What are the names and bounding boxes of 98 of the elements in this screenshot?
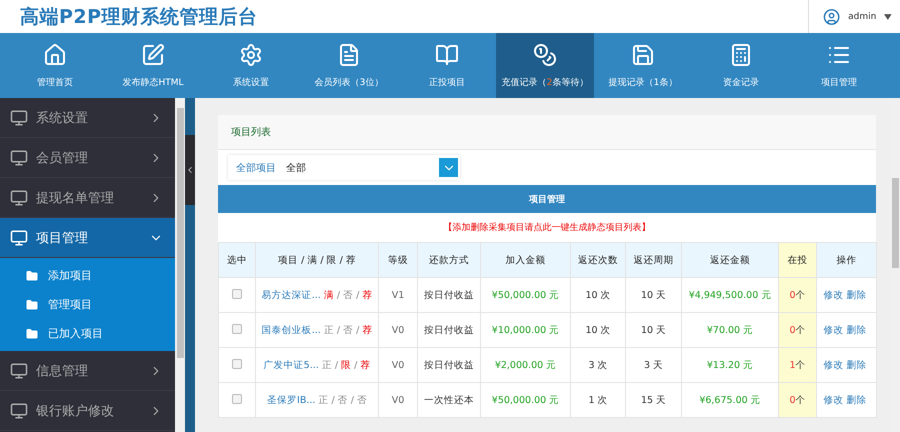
project-name-cell: 广发中证5... 正 / 限 / 荐 [264,360,370,370]
table-title: 项目管理 [218,185,876,213]
row-checkbox[interactable] [232,288,242,298]
column-header: 在投 [778,242,816,278]
scrollbar[interactable] [175,98,185,432]
table-cell: V0 [392,360,404,370]
table-cell: 10 次 [585,324,611,336]
folder-icon [26,298,38,310]
edit-icon [141,42,165,66]
table-cell: V0 [392,394,404,406]
row-checkbox[interactable] [232,324,242,334]
count-cell: 1个 [789,360,806,370]
table-cell: 按日付收益 [424,360,474,370]
book-icon [435,42,459,66]
nav-tab[interactable]: 系统设置 [202,33,300,98]
monitor-icon [10,108,28,126]
project-name-cell: 圣保罗IB... 正 / 否 / 否 [267,394,367,406]
table-cell: 3 次 [588,360,608,370]
column-header: 还款方式 [418,242,480,278]
sidebar-subitem[interactable]: 已加入项目 [0,319,175,348]
column-header: 等级 [378,242,418,278]
project-link[interactable]: 广发中证5... [264,360,319,370]
action-link[interactable]: 删除 [846,324,866,336]
monitor-icon [10,188,28,206]
monitor-icon [10,402,28,420]
table-cell: 1 次 [588,394,608,406]
table-cell: 一次性还本 [424,394,474,406]
table-cell: 10 天 [640,290,666,300]
project-link[interactable]: 国泰创业板... [262,324,321,336]
action-link[interactable]: 删除 [846,394,866,406]
nav-tab[interactable]: 管理首页 [6,33,104,98]
column-header: 选中 [218,242,256,278]
amount-cell: ¥2,000.00 元 [494,360,556,370]
user-avatar-icon [823,8,840,26]
row-checkbox[interactable] [232,358,242,368]
table-cell: 按日付收益 [424,290,474,300]
action-link[interactable]: 修改 [824,394,844,406]
nav-tab[interactable]: 正投项目 [398,33,496,98]
amount-cell: ¥50,000.00 元 [492,290,560,300]
monitor-icon [10,148,28,166]
monitor-icon [10,228,28,246]
row-checkbox[interactable] [232,394,242,404]
table-cell: 10 天 [640,324,666,336]
action-link[interactable]: 删除 [846,360,866,370]
amount-cell: ¥6,675.00 元 [699,394,761,406]
count-cell: 0个 [789,290,806,300]
app-title: 高端P2P理财系统管理后台 [20,4,258,30]
count-cell: 0个 [789,324,806,336]
notice-link[interactable]: 【添加删除采集项目请点此一键生成静态项目列表】 [218,213,876,242]
project-link[interactable]: 易方达深证... [262,290,321,300]
scrollbar[interactable] [890,98,900,432]
nav-tab[interactable]: 项目管理 [790,33,888,98]
amount-cell: ¥10,000.00 元 [492,324,560,336]
chevron-down-icon [439,158,458,177]
nav-tab[interactable]: 发布静态HTML [104,33,202,98]
panel-title: 项目列表 [231,126,271,139]
action-link[interactable]: 修改 [824,360,844,370]
project-name-cell: 国泰创业板... 正 / 否 / 荐 [262,324,372,336]
column-header: 操作 [816,242,876,278]
sidebar-subitem[interactable]: 添加项目 [0,261,175,290]
action-link[interactable]: 修改 [824,324,844,336]
action-link[interactable]: 修改 [824,290,844,300]
nav-tab[interactable]: 提现记录（1条） [594,33,692,98]
folder-icon [26,270,38,282]
table-cell: 15 天 [640,394,666,406]
table-cell: 3 天 [644,360,664,370]
column-header: 项目 / 满 / 限 / 荐 [256,242,378,278]
table-cell: V1 [392,290,404,300]
column-header: 返还金额 [682,242,778,278]
amount-cell: ¥70.00 元 [706,324,754,336]
caret-icon [884,14,892,20]
amount-cell: ¥4,949,500.00 元 [688,290,772,300]
column-header: 返还周期 [626,242,682,278]
project-name-cell: 易方达深证... 满 / 否 / 荐 [262,290,372,300]
column-header: 返还次数 [570,242,626,278]
table-cell: 按日付收益 [424,324,474,336]
nav-tab[interactable]: 会员列表（3位） [300,33,398,98]
sidebar-subitem[interactable]: 管理项目 [0,290,175,319]
project-link[interactable]: 圣保罗IB... [267,394,316,406]
settings-icon [239,42,263,66]
home-icon [43,42,67,66]
calculator-icon [729,42,753,66]
amount-cell: ¥13.20 元 [706,360,754,370]
project-filter-select[interactable]: 全部项目 全部 [228,155,460,180]
sidebar-item[interactable]: 项目管理 [0,218,175,258]
nav-tab[interactable]: 资金记录 [692,33,790,98]
monitor-icon [10,362,28,380]
folder-icon [26,328,38,340]
collapse-handle[interactable] [185,135,195,205]
document-icon [337,42,361,66]
column-header: 加入金额 [480,242,570,278]
nav-tab[interactable]: 充值记录（2条等待） [496,33,594,98]
count-cell: 0个 [789,394,806,406]
action-link[interactable]: 删除 [846,290,866,300]
coins-icon [533,42,557,66]
amount-cell: ¥50,000.00 元 [492,394,560,406]
table-cell: 10 次 [585,290,611,300]
table-cell: V0 [392,324,404,336]
